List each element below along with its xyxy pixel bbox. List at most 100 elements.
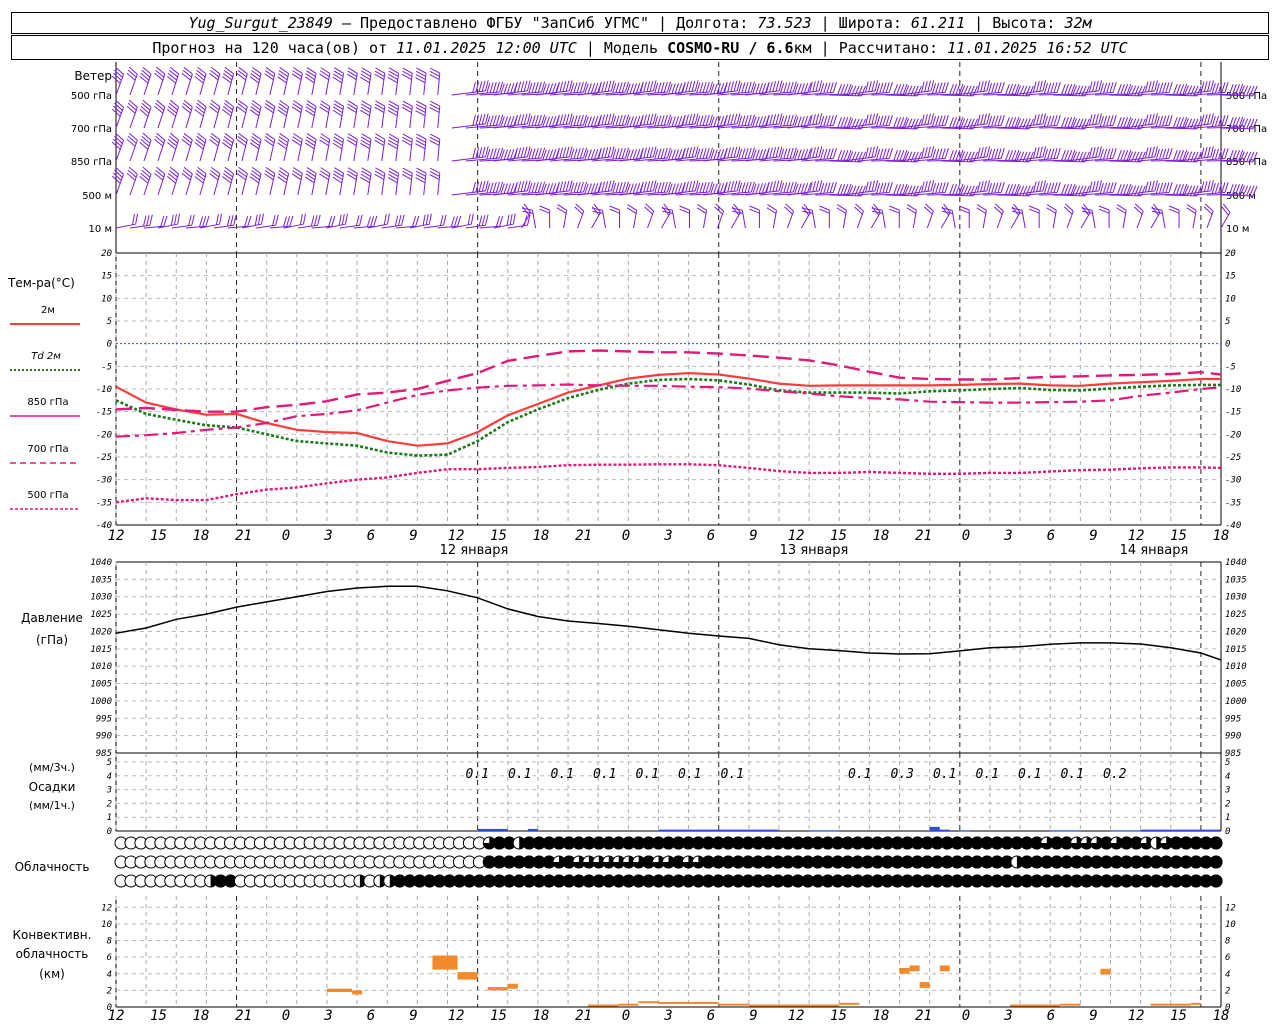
wind-barb-feather	[347, 136, 358, 143]
temp-tick-label-left: 20	[101, 249, 112, 259]
wind-barb-feather	[360, 176, 370, 184]
wind-barb-feather	[361, 70, 371, 77]
wind-barb-feather	[346, 139, 357, 147]
wind-barb-feather	[1186, 207, 1196, 214]
wind-barb-feather	[210, 69, 220, 78]
wind-barb-feather	[264, 173, 274, 181]
pressure-tick-label-left: 1020	[90, 627, 112, 637]
conv-cloud-bar	[588, 1004, 619, 1007]
wind-barb	[304, 100, 317, 129]
precip-tick-label-left: 5	[107, 758, 112, 768]
wind-barb-feather	[264, 106, 274, 114]
hour-tick-label: 3	[1003, 528, 1012, 544]
wind-barb	[249, 132, 262, 162]
precip-bar	[1110, 830, 1141, 832]
wind-level-label: 850 гПа	[1226, 157, 1267, 168]
cloud-title: Облачность	[15, 860, 90, 874]
wind-barb-feather	[265, 100, 276, 107]
wind-barb-feather	[224, 132, 234, 141]
precip-tick-label-right: 0	[1225, 827, 1230, 837]
wind-barb	[731, 203, 741, 229]
precip-3h-sum: 0.1	[551, 767, 574, 782]
conv-tick-label-left: 12	[101, 903, 112, 913]
wind-barb-staff	[241, 106, 248, 129]
conv-cloud-bar	[718, 1003, 749, 1006]
wind-barb	[277, 167, 290, 196]
wind-level-label: 700 гПа	[71, 124, 112, 135]
hour-tick-label: 21	[575, 528, 592, 544]
wind-barb-feather	[304, 142, 315, 150]
wind-barb-feather	[333, 106, 343, 114]
wind-barb	[451, 146, 489, 162]
conv-cloud-bar	[1010, 1004, 1061, 1007]
wind-barb-feather	[238, 166, 248, 175]
precip-3h-sum: 0.1	[933, 767, 956, 782]
wind-barb-feather	[305, 73, 316, 81]
wind-barb-feather	[222, 139, 233, 147]
wind-barb-feather	[319, 106, 329, 114]
wind-barb-feather	[334, 167, 344, 174]
wind-barb-feather	[347, 67, 358, 74]
wind-barb	[241, 213, 265, 229]
wind-barb-staff	[269, 139, 276, 162]
precip-tick-label-right: 3	[1224, 786, 1230, 796]
wind-barb-feather	[169, 166, 179, 175]
pressure-tick-label-left: 1035	[90, 575, 112, 585]
precip-3h-sum: 0.1	[848, 767, 871, 782]
wind-barb-feather	[304, 176, 315, 184]
wind-barb-feather	[264, 103, 275, 111]
wind-barb-feather	[252, 132, 262, 141]
hour-tick-label: 18	[193, 528, 210, 544]
wind-barb	[451, 213, 474, 229]
wind-barb-feather	[906, 204, 917, 211]
wind-barb-feather	[168, 135, 178, 144]
wind-barb-feather	[696, 207, 707, 214]
wind-barb-feather	[183, 132, 193, 141]
wind-barb	[209, 66, 221, 96]
temp-tick-label-left: -40	[96, 521, 112, 531]
wind-barb-feather	[237, 170, 247, 178]
wind-barb	[1063, 203, 1074, 229]
wind-barb-feather	[224, 66, 234, 75]
wind-barb	[387, 100, 400, 129]
wind-barb-staff	[367, 139, 372, 162]
wind-barb	[264, 133, 276, 162]
wind-barb	[236, 166, 248, 196]
wind-barb-staff	[115, 107, 124, 129]
hour-tick-label: 15	[830, 1008, 847, 1024]
wind-barb-feather	[291, 139, 302, 147]
wind-barb-feather	[305, 106, 316, 114]
hour-tick-label: 21	[915, 1008, 932, 1024]
precip-bar	[477, 828, 508, 831]
wind-barb	[126, 132, 138, 162]
conv-title-2: облачность	[16, 947, 89, 961]
day-label: 14 января	[1120, 543, 1189, 558]
wind-barb	[1168, 205, 1180, 228]
wind-barb-feather	[168, 169, 178, 178]
temp-tick-label-right: 20	[1225, 249, 1236, 259]
temp-tick-label-left: -30	[96, 476, 112, 486]
wind-barb	[429, 167, 441, 196]
wind-barb	[906, 204, 917, 229]
wind-barb	[415, 167, 427, 196]
wind-barb-feather	[277, 76, 287, 84]
cloud-cover-icon	[1209, 836, 1223, 850]
wind-barb-staff	[353, 106, 358, 129]
wind-barb-feather	[222, 173, 233, 181]
wind-barb-feather	[278, 103, 289, 111]
wind-barb-feather	[141, 169, 151, 178]
wind-barb	[209, 166, 221, 196]
precip-bar	[939, 829, 950, 831]
wind-barb	[291, 133, 303, 162]
wind-barb-feather	[156, 166, 166, 175]
pressure-tick-label-left: 1015	[90, 645, 112, 655]
wind-barb	[854, 203, 864, 229]
wind-barb	[199, 213, 223, 229]
temp-tick-label-left: 5	[107, 317, 112, 327]
wind-barb-feather	[305, 139, 316, 147]
wind-barb	[429, 100, 441, 129]
wind-barb-feather	[320, 167, 331, 174]
wind-barb-feather	[142, 166, 152, 175]
wind-barb-feather	[264, 73, 274, 81]
hour-tick-label: 12	[1128, 1008, 1145, 1024]
